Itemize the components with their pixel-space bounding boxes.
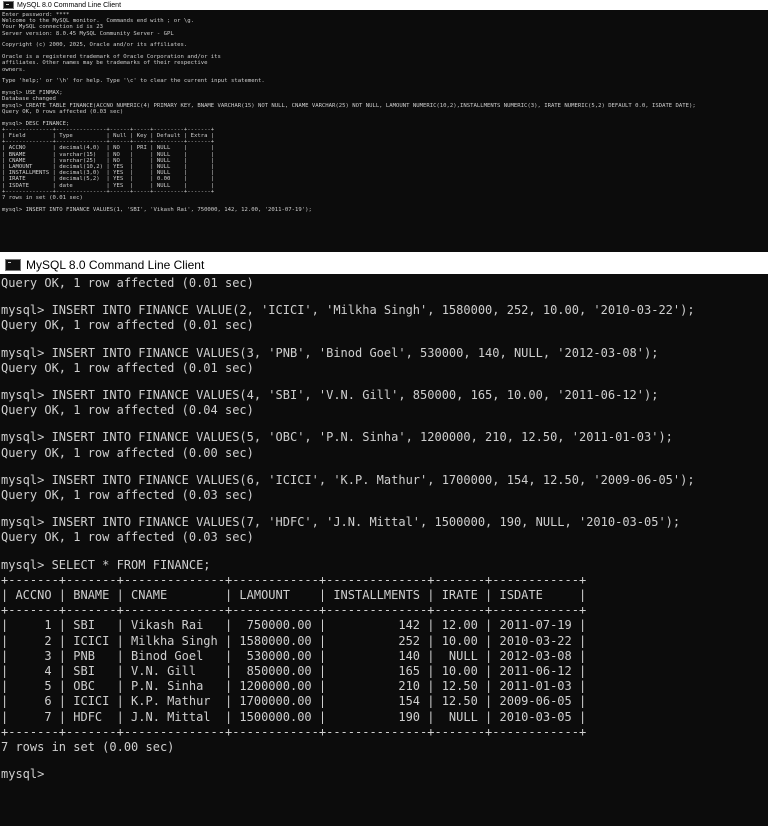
terminal-line: Query OK, 1 row affected (0.03 sec) — [1, 488, 254, 503]
table-row: | 2 | ICICI | Milkha Singh | 1580000.00 … — [1, 633, 587, 648]
table-row: | ACCNO | BNAME | CNAME | LAMOUNT | INST… — [1, 588, 587, 603]
terminal-line: Query OK, 1 row affected (0.01 sec) — [1, 276, 254, 290]
table-row: | 1 | SBI | Vikash Rai | 750000.00 | 142… — [1, 618, 587, 633]
terminal-window-top[interactable]: MySQL 8.0 Command Line Client Enter pass… — [0, 0, 768, 252]
command-line: mysql> INSERT INTO FINANCE VALUES(6, 'IC… — [1, 472, 695, 487]
window-titlebar[interactable]: MySQL 8.0 Command Line Client — [0, 0, 768, 10]
terminal-output[interactable]: Enter password: **** Welcome to the MySQL… — [0, 10, 768, 213]
terminal-output[interactable]: Query OK, 1 row affected (0.01 sec) mysql… — [0, 274, 768, 782]
terminal-line: Query OK, 1 row affected (0.01 sec) — [1, 360, 254, 375]
terminal-window-bottom[interactable]: MySQL 8.0 Command Line Client Query OK, … — [0, 256, 768, 826]
command-line: mysql> INSERT INTO FINANCE VALUES(7, 'HD… — [1, 515, 681, 530]
window-title: MySQL 8.0 Command Line Client — [26, 258, 205, 272]
window-title: MySQL 8.0 Command Line Client — [17, 1, 122, 9]
table-row: | 6 | ICICI | K.P. Mathur | 1700000.00 |… — [1, 694, 587, 709]
terminal-line: Query OK, 1 row affected (0.00 sec) — [1, 445, 254, 460]
command-line: mysql> INSERT INTO FINANCE VALUES(4, 'SB… — [1, 388, 659, 403]
terminal-line: Query OK, 1 row affected (0.01 sec) — [1, 318, 254, 333]
command-line: mysql> INSERT INTO FINANCE VALUES(3, 'PN… — [1, 345, 659, 360]
table-row: +-------+-------+--------------+--------… — [1, 603, 587, 618]
command-line: mysql> INSERT INTO FINANCE VALUE(2, 'ICI… — [1, 303, 695, 318]
table-row: +-------+-------+--------------+--------… — [1, 572, 587, 587]
command-line: mysql> INSERT INTO FINANCE VALUES(1, 'SB… — [2, 206, 312, 213]
console-icon — [3, 1, 14, 9]
terminal-line: 7 rows in set (0.00 sec) — [1, 740, 175, 755]
command-line: mysql> — [1, 767, 45, 782]
table-row: | 4 | SBI | V.N. Gill | 850000.00 | 165 … — [1, 664, 587, 679]
console-icon — [5, 259, 21, 271]
table-row: +-------+-------+--------------+--------… — [1, 724, 587, 739]
window-titlebar[interactable]: MySQL 8.0 Command Line Client — [0, 256, 768, 274]
command-line: mysql> INSERT INTO FINANCE VALUES(5, 'OB… — [1, 430, 673, 445]
table-row: | 7 | HDFC | J.N. Mittal | 1500000.00 | … — [1, 709, 587, 724]
terminal-line: Query OK, 1 row affected (0.03 sec) — [1, 530, 254, 545]
table-row: | 5 | OBC | P.N. Sinha | 1200000.00 | 21… — [1, 679, 587, 694]
table-row: | 3 | PNB | Binod Goel | 530000.00 | 140… — [1, 648, 587, 663]
command-line: mysql> CREATE TABLE FINANCE(ACCNO NUMERI… — [2, 102, 696, 109]
command-line: mysql> SELECT * FROM FINANCE; — [1, 557, 211, 572]
terminal-line: Query OK, 1 row affected (0.04 sec) — [1, 403, 254, 418]
